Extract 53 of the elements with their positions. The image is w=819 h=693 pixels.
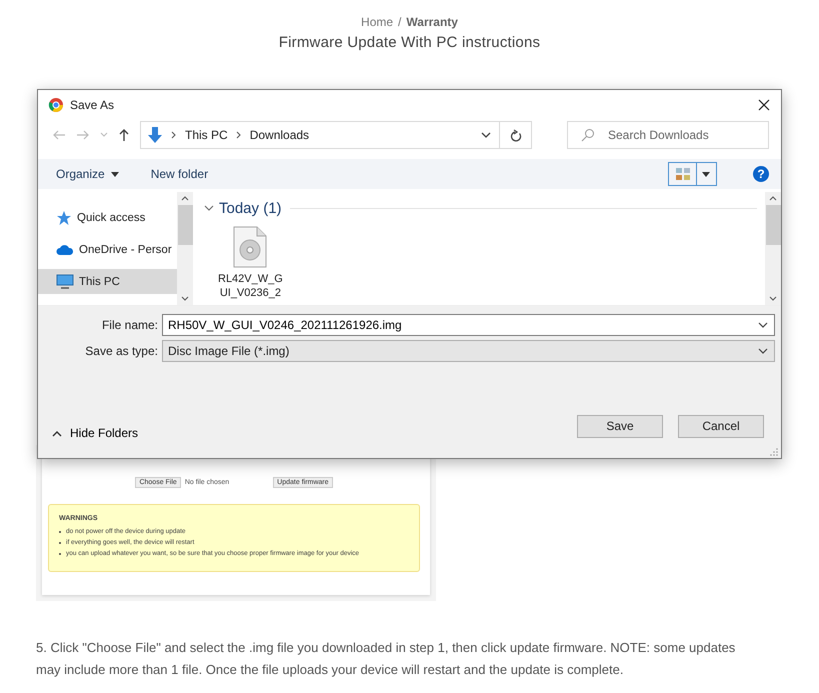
instruction-paragraph: 5. Click "Choose File" and select the .img file you downloaded in step 1, then click update firmware. NOTE: some updates may include more than 1 file. Once the file uploads your device will restart and the update is complete. xyxy=(36,639,736,679)
scroll-down-icon[interactable] xyxy=(181,296,189,301)
hide-folders-button[interactable]: Hide Folders xyxy=(50,424,140,442)
path-segment[interactable]: This PC xyxy=(185,128,228,142)
file-name[interactable]: RL42V_W_G UI_V0236_2 xyxy=(218,272,283,300)
file-type-dropdown[interactable]: Disc Image File (*.img) xyxy=(162,340,775,362)
group-header[interactable]: Today (1) xyxy=(204,200,282,217)
cancel-button[interactable]: Cancel xyxy=(678,414,764,438)
search-field[interactable]: Search Downloads xyxy=(567,121,769,149)
caret-icon xyxy=(52,430,62,436)
dropdown-chevron-icon xyxy=(758,348,768,354)
breadcrumb-link[interactable]: Home xyxy=(361,15,394,29)
up-arrow-icon[interactable] xyxy=(118,128,130,142)
breadcrumb-link[interactable]: Warranty xyxy=(406,15,458,29)
scroll-up-icon[interactable] xyxy=(181,196,189,201)
field-label: Save as type: xyxy=(84,344,159,358)
scrollbar[interactable] xyxy=(765,192,781,305)
scrollbar[interactable] xyxy=(177,192,193,305)
new-folder-button[interactable]: New folder xyxy=(144,164,214,184)
browser-icon xyxy=(48,96,64,112)
breadcrumb-separator: / xyxy=(398,15,402,29)
dialog-title: Save As xyxy=(70,98,114,112)
caret-icon xyxy=(702,172,710,176)
cloud-icon xyxy=(56,244,74,256)
nav-item[interactable]: Quick access xyxy=(38,205,177,230)
resize-grip-icon[interactable] xyxy=(770,448,778,456)
close-icon[interactable] xyxy=(758,98,770,110)
view-options-button[interactable] xyxy=(668,162,717,186)
search-icon xyxy=(581,128,595,142)
download-arrow-icon xyxy=(147,126,163,144)
view-grid-icon xyxy=(675,167,691,181)
nav-item[interactable]: This PC xyxy=(38,269,177,294)
nav-item[interactable]: OneDrive - Persor xyxy=(38,237,177,262)
scroll-down-icon[interactable] xyxy=(769,296,777,301)
chevron-icon xyxy=(236,131,242,139)
file-name-field[interactable]: RH50V_W_GUI_V0246_202111261926.img xyxy=(162,314,775,336)
dropdown-chevron-icon[interactable] xyxy=(481,132,491,138)
page-heading: Firmware Update With PC instructions xyxy=(278,34,542,51)
scroll-up-icon[interactable] xyxy=(769,196,777,201)
refresh-button[interactable] xyxy=(500,121,532,149)
refresh-icon xyxy=(510,128,522,142)
path-segment[interactable]: Downloads xyxy=(250,128,310,142)
help-icon[interactable]: ? xyxy=(753,166,769,182)
star-icon xyxy=(56,210,72,226)
organize-button[interactable]: Organize xyxy=(50,164,125,184)
address-bar[interactable]: This PC Downloads xyxy=(140,121,500,149)
monitor-icon xyxy=(56,274,74,289)
dropdown-chevron-icon[interactable] xyxy=(758,322,768,329)
chevron-icon xyxy=(204,205,214,212)
chevron-icon xyxy=(171,131,177,139)
field-label: File name: xyxy=(100,318,159,332)
caret-icon xyxy=(110,172,119,176)
save-button[interactable]: Save xyxy=(577,414,663,438)
